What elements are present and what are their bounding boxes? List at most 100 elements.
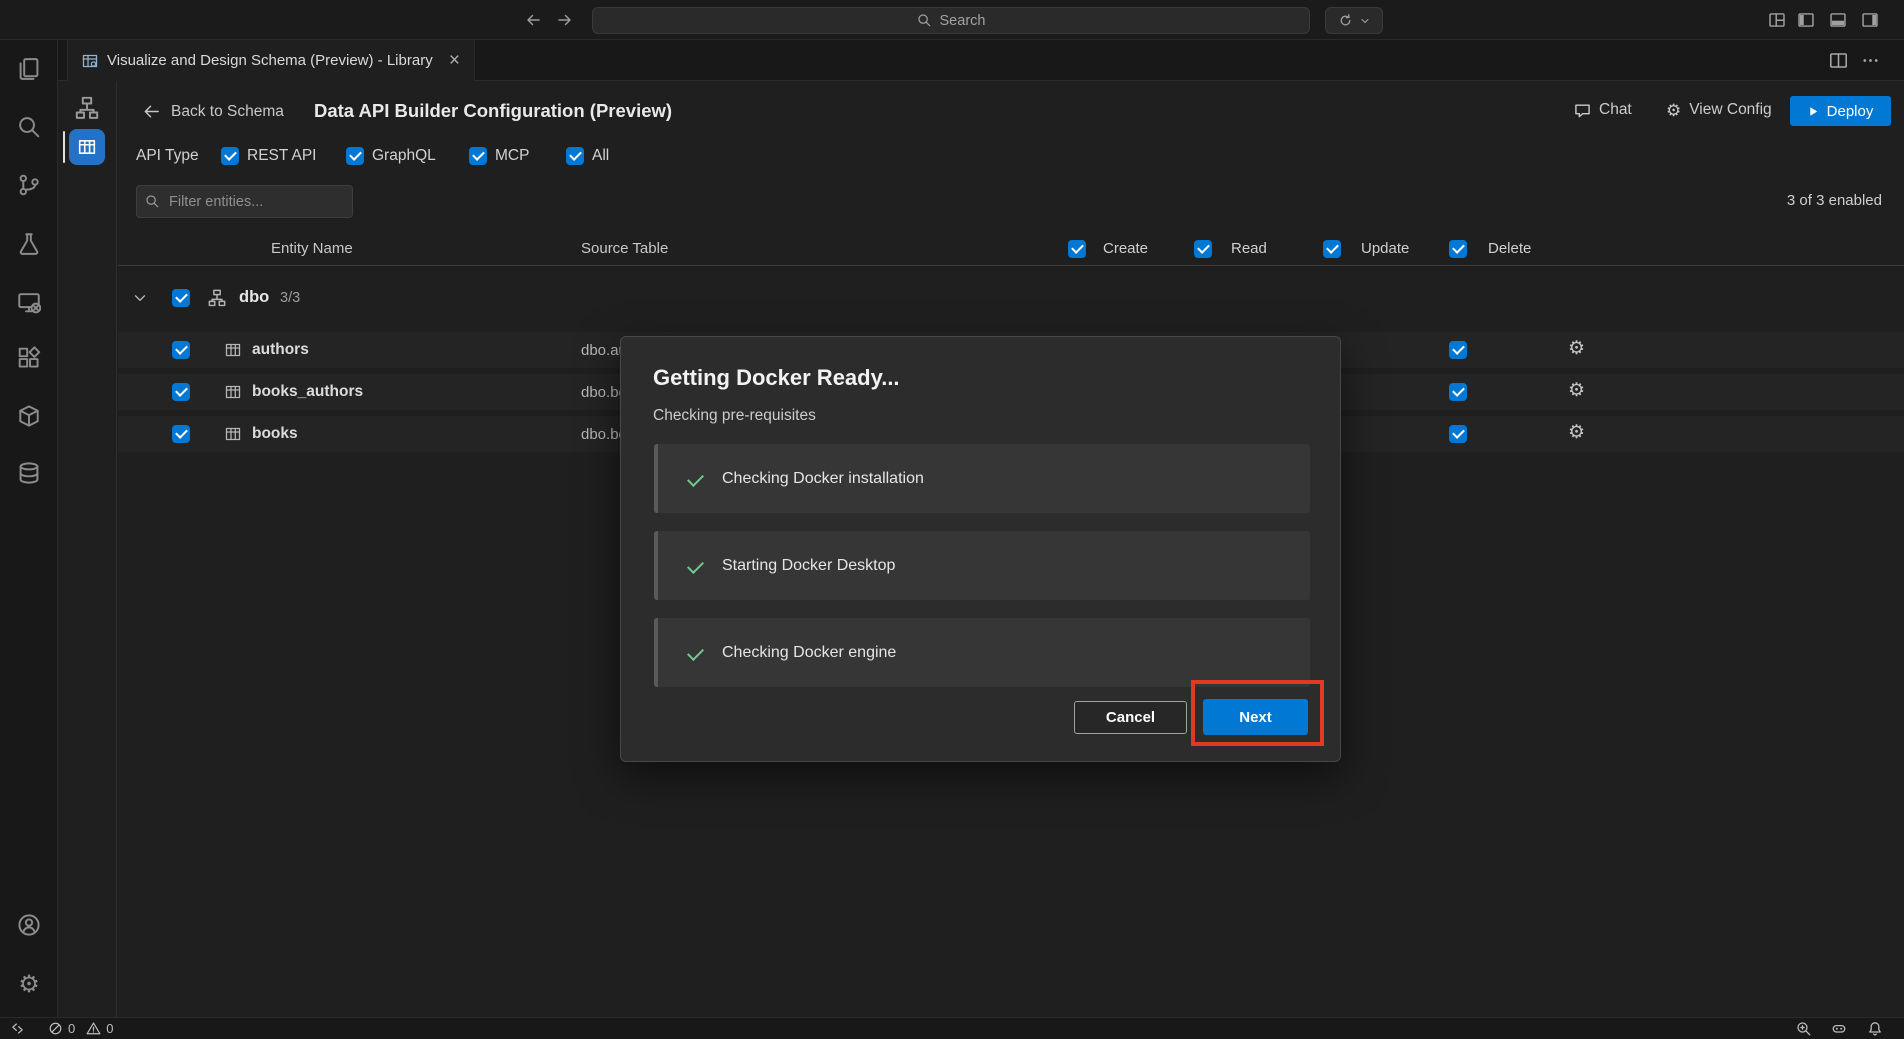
graphql-label: GraphQL <box>372 147 436 165</box>
update-all-checkbox[interactable] <box>1323 240 1341 258</box>
tab-visualize-schema[interactable]: Visualize and Design Schema (Preview) - … <box>67 40 475 81</box>
search-icon[interactable] <box>17 115 41 139</box>
mcp-label: MCP <box>495 147 529 165</box>
filter-entities-field <box>136 185 353 218</box>
gear-icon: ⚙ <box>1666 102 1681 119</box>
check-icon <box>686 557 706 575</box>
delete-checkbox[interactable] <box>1449 425 1467 443</box>
zoom-indicator[interactable] <box>1796 1018 1812 1039</box>
container-icon[interactable] <box>17 404 41 428</box>
more-actions-icon[interactable] <box>1861 51 1880 70</box>
dialog-subtitle: Checking pre-requisites <box>653 407 816 425</box>
warning-count: 0 <box>106 1021 113 1036</box>
entity-name: authors <box>252 341 309 359</box>
dab-config-button[interactable] <box>69 129 105 165</box>
read-header: Read <box>1231 240 1267 257</box>
database-icon[interactable] <box>17 461 41 485</box>
page-title: Data API Builder Configuration (Preview) <box>314 100 672 122</box>
chevron-down-icon[interactable] <box>132 290 148 306</box>
play-icon <box>1808 106 1819 117</box>
close-icon[interactable]: × <box>447 51 462 70</box>
read-all-checkbox[interactable] <box>1194 240 1212 258</box>
account-icon[interactable] <box>17 913 41 937</box>
dab-side-toolbar <box>58 81 117 1017</box>
settings-gear-icon[interactable]: ⚙ <box>15 973 43 997</box>
create-all-checkbox[interactable] <box>1068 240 1086 258</box>
cancel-button[interactable]: Cancel <box>1074 701 1187 734</box>
step-docker-desktop: Starting Docker Desktop <box>654 531 1310 600</box>
graphql-checkbox[interactable] <box>346 147 364 165</box>
group-name: dbo <box>239 288 269 307</box>
update-header: Update <box>1361 240 1409 257</box>
all-checkbox[interactable] <box>566 147 584 165</box>
notifications-indicator[interactable] <box>1867 1018 1883 1039</box>
rest-api-checkbox[interactable] <box>221 147 239 165</box>
nav-forward-icon[interactable] <box>556 11 574 29</box>
back-arrow-icon <box>142 102 161 121</box>
chat-icon <box>1574 102 1591 119</box>
command-center-search[interactable]: Search <box>592 7 1310 34</box>
delete-all-checkbox[interactable] <box>1449 240 1467 258</box>
group-checkbox[interactable] <box>172 289 190 307</box>
nav-back-icon[interactable] <box>524 11 542 29</box>
all-label: All <box>592 147 609 165</box>
next-button[interactable]: Next <box>1203 699 1308 735</box>
row-settings-gear-icon[interactable]: ⚙ <box>1568 381 1585 402</box>
delete-checkbox[interactable] <box>1449 341 1467 359</box>
copilot-icon <box>1831 1021 1847 1037</box>
schema-group-row: dbo 3/3 <box>118 277 1904 319</box>
view-config-button[interactable]: ⚙ View Config <box>1666 101 1772 119</box>
search-icon <box>145 194 160 209</box>
chat-button[interactable]: Chat <box>1574 101 1632 119</box>
deploy-label: Deploy <box>1827 103 1874 120</box>
remote-explorer-icon[interactable] <box>17 290 41 314</box>
zoom-icon <box>1796 1021 1812 1037</box>
active-indicator <box>63 131 65 163</box>
step-docker-installation: Checking Docker installation <box>654 444 1310 513</box>
mcp-checkbox[interactable] <box>469 147 487 165</box>
schema-visualize-icon[interactable] <box>75 96 99 120</box>
back-to-schema-link[interactable]: Back to Schema <box>142 102 284 121</box>
api-type-row: API Type REST API GraphQL MCP All <box>118 139 1904 173</box>
check-icon <box>686 644 706 662</box>
session-button[interactable] <box>1325 7 1383 34</box>
row-checkbox[interactable] <box>172 425 190 443</box>
chat-label: Chat <box>1599 101 1632 119</box>
schema-icon <box>208 289 226 307</box>
status-bar: 0 0 <box>0 1017 1904 1039</box>
explorer-icon[interactable] <box>17 57 41 81</box>
docker-ready-dialog: Getting Docker Ready... Checking pre-req… <box>620 336 1341 762</box>
table-icon <box>225 384 241 400</box>
step-label: Starting Docker Desktop <box>722 557 895 575</box>
view-config-label: View Config <box>1689 101 1771 119</box>
remote-indicator[interactable] <box>10 1018 25 1039</box>
remote-icon <box>10 1021 25 1036</box>
filter-entities-input[interactable] <box>136 185 353 218</box>
row-settings-gear-icon[interactable]: ⚙ <box>1568 339 1585 360</box>
row-checkbox[interactable] <box>172 383 190 401</box>
entity-name-header: Entity Name <box>271 240 353 257</box>
row-checkbox[interactable] <box>172 341 190 359</box>
split-editor-icon[interactable] <box>1829 51 1848 70</box>
source-control-icon[interactable] <box>17 173 41 197</box>
layout-customize-icon[interactable] <box>1768 11 1786 29</box>
title-bar: Search <box>0 0 1904 40</box>
row-settings-gear-icon[interactable]: ⚙ <box>1568 423 1585 444</box>
table-icon <box>225 426 241 442</box>
delete-checkbox[interactable] <box>1449 383 1467 401</box>
toggle-sidebar-icon[interactable] <box>1797 11 1815 29</box>
editor-tab-bar: Visualize and Design Schema (Preview) - … <box>58 40 1904 81</box>
problems-indicator[interactable]: 0 0 <box>48 1018 113 1039</box>
copilot-indicator[interactable] <box>1831 1018 1847 1039</box>
table-design-icon <box>82 53 98 69</box>
deploy-button[interactable]: Deploy <box>1790 96 1891 126</box>
toggle-secondary-sidebar-icon[interactable] <box>1861 11 1879 29</box>
table-config-icon <box>78 138 96 156</box>
chevron-down-icon <box>1359 15 1371 27</box>
extensions-icon[interactable] <box>17 346 41 370</box>
step-docker-engine: Checking Docker engine <box>654 618 1310 687</box>
enabled-summary: 3 of 3 enabled <box>1787 192 1882 209</box>
test-beaker-icon[interactable] <box>17 232 41 256</box>
toggle-panel-icon[interactable] <box>1829 11 1847 29</box>
source-table-header: Source Table <box>581 240 668 257</box>
